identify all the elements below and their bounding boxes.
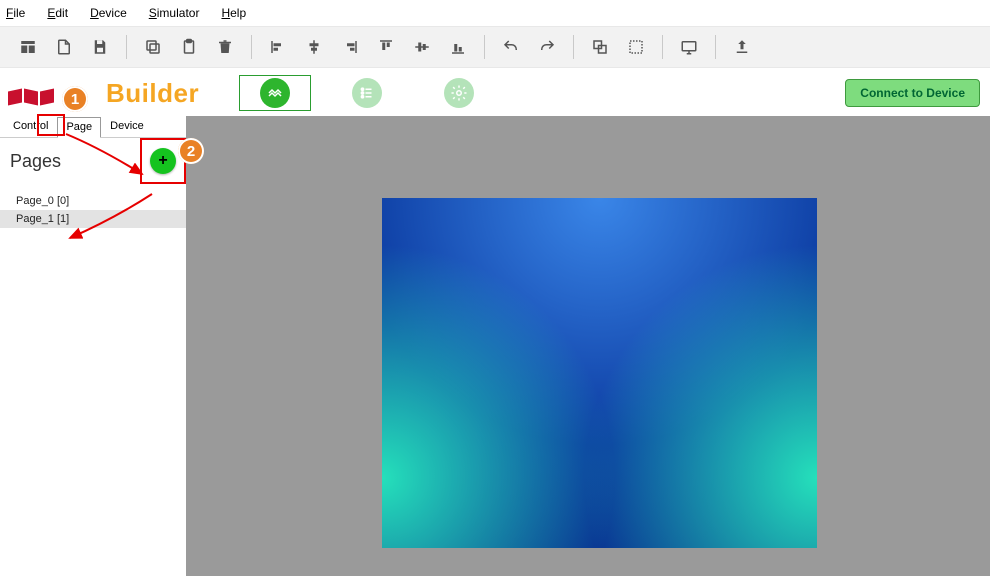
mode-design-button[interactable] xyxy=(239,75,311,111)
toolbar-delete[interactable] xyxy=(207,29,243,65)
toolbar-separator xyxy=(715,35,716,59)
toolbar-preview[interactable] xyxy=(671,29,707,65)
toolbar-bring-forward[interactable] xyxy=(582,29,618,65)
sidebar-tabs: Control Page Device xyxy=(0,116,186,138)
toolbar-separator xyxy=(484,35,485,59)
toolbar-copy[interactable] xyxy=(135,29,171,65)
page-item-1[interactable]: Page_1 [1] xyxy=(0,210,186,228)
mode-switcher xyxy=(239,75,495,111)
toolbar-select-area[interactable] xyxy=(618,29,654,65)
design-mode-icon xyxy=(260,78,290,108)
toolbar-separator xyxy=(126,35,127,59)
sidebar-tab-control[interactable]: Control xyxy=(4,116,57,137)
canvas-area[interactable] xyxy=(186,116,990,576)
menubar: File Edit Device Simulator Help xyxy=(0,0,990,26)
toolbar xyxy=(0,26,990,68)
menu-help[interactable]: Help xyxy=(221,6,246,20)
list-mode-icon xyxy=(352,78,382,108)
menu-file[interactable]: File xyxy=(6,6,25,20)
toolbar-paste[interactable] xyxy=(171,29,207,65)
sidebar-tab-page[interactable]: Page xyxy=(57,117,101,138)
page-item-0[interactable]: Page_0 [0] xyxy=(0,192,186,210)
toolbar-save[interactable] xyxy=(82,29,118,65)
menu-device[interactable]: Device xyxy=(90,6,127,20)
mode-list-button[interactable] xyxy=(331,75,403,111)
toolbar-separator xyxy=(662,35,663,59)
toolbar-undo[interactable] xyxy=(493,29,529,65)
toolbar-new-file[interactable] xyxy=(46,29,82,65)
toolbar-align-center-v[interactable] xyxy=(404,29,440,65)
toolbar-redo[interactable] xyxy=(529,29,565,65)
sidebar-tab-device[interactable]: Device xyxy=(101,116,153,137)
annotation-callout-1: 1 xyxy=(62,86,88,112)
toolbar-upload[interactable] xyxy=(724,29,760,65)
header-row: Builder Connect to Device xyxy=(0,68,990,116)
connect-to-device-button[interactable]: Connect to Device xyxy=(845,79,980,107)
toolbar-align-top[interactable] xyxy=(368,29,404,65)
main-area: Control Page Device Pages + Page_0 [0] P… xyxy=(0,116,990,576)
toolbar-align-center-h[interactable] xyxy=(296,29,332,65)
toolbar-align-bottom[interactable] xyxy=(440,29,476,65)
app-logo: Builder xyxy=(6,73,199,113)
logo-mark-icon xyxy=(8,82,54,104)
mode-settings-button[interactable] xyxy=(423,75,495,111)
sidebar-header: Pages + xyxy=(0,138,186,178)
menu-simulator[interactable]: Simulator xyxy=(149,6,200,20)
toolbar-separator xyxy=(573,35,574,59)
toolbar-align-right[interactable] xyxy=(332,29,368,65)
sidebar: Control Page Device Pages + Page_0 [0] P… xyxy=(0,116,186,576)
design-canvas[interactable] xyxy=(382,198,817,548)
toolbar-insert-table[interactable] xyxy=(10,29,46,65)
toolbar-separator xyxy=(251,35,252,59)
menu-edit[interactable]: Edit xyxy=(47,6,68,20)
toolbar-align-left[interactable] xyxy=(260,29,296,65)
page-list: Page_0 [0] Page_1 [1] xyxy=(0,192,186,228)
settings-mode-icon xyxy=(444,78,474,108)
sidebar-title: Pages xyxy=(10,151,61,172)
app-title: Builder xyxy=(106,78,199,109)
annotation-callout-2: 2 xyxy=(178,138,204,164)
